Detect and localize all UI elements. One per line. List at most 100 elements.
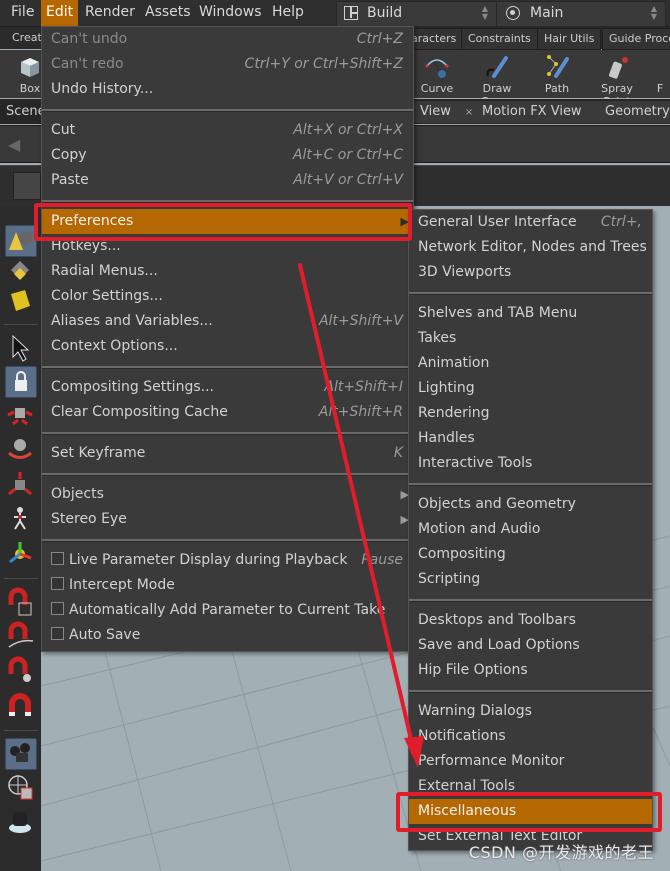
pref-lighting[interactable]: Lighting xyxy=(409,376,652,401)
tool-draw-curve[interactable]: Draw Curve xyxy=(467,52,527,108)
pref-animation[interactable]: Animation xyxy=(409,351,652,376)
scale-icon[interactable] xyxy=(5,469,35,499)
back-arrow-icon[interactable]: ◀ xyxy=(8,135,20,154)
pref-motion-audio[interactable]: Motion and Audio xyxy=(409,517,652,542)
edit-menu: Can't undo Ctrl+Z Can't redo Ctrl+Y or Ctr… xyxy=(41,26,414,652)
checkbox[interactable] xyxy=(51,552,64,565)
tool-spray-paint[interactable]: Spray Paint xyxy=(587,52,647,108)
checkbox[interactable] xyxy=(51,602,64,615)
render-region-icon[interactable] xyxy=(5,772,35,802)
pref-interactive-tools[interactable]: Interactive Tools xyxy=(409,451,652,476)
menu-item-cut[interactable]: Cut Alt+X or Ctrl+X xyxy=(42,118,413,143)
pref-rendering[interactable]: Rendering xyxy=(409,401,652,426)
object-mode-icon[interactable] xyxy=(5,225,37,257)
menu-item-clear-compositing-cache[interactable]: Clear Compositing Cache Alt+Shift+R xyxy=(42,400,413,425)
menu-file[interactable]: File xyxy=(6,0,39,26)
primitive-mode-icon[interactable] xyxy=(5,286,35,316)
pane-tab-motion-fx-view[interactable]: Motion FX View× xyxy=(474,101,612,123)
menu-item-aliases-variables[interactable]: Aliases and Variables... Alt+Shift+V xyxy=(42,309,413,334)
menu-item-cant-redo: Can't redo Ctrl+Y or Ctrl+Shift+Z xyxy=(42,52,413,77)
pref-performance-monitor[interactable]: Performance Monitor xyxy=(409,749,652,774)
pref-objects-geometry[interactable]: Objects and Geometry xyxy=(409,492,652,517)
snap-curve-icon[interactable] xyxy=(5,621,35,651)
pref-notifications[interactable]: Notifications xyxy=(409,724,652,749)
menu-item-objects[interactable]: Objects ▶ xyxy=(42,482,413,507)
left-toolbar xyxy=(0,206,42,871)
pref-warning-dialogs[interactable]: Warning Dialogs xyxy=(409,699,652,724)
pref-takes[interactable]: Takes xyxy=(409,326,652,351)
lock-select-icon[interactable] xyxy=(5,366,37,398)
tool-label: Curve xyxy=(420,82,454,95)
menu-item-label: Can't undo xyxy=(51,31,128,47)
shelf-tab-constraints[interactable]: Constraints xyxy=(461,28,538,50)
tool-more[interactable]: F xyxy=(650,52,670,96)
menu-item-label: Rendering xyxy=(418,405,490,421)
checkbox[interactable] xyxy=(51,627,64,640)
menu-edit[interactable]: Edit xyxy=(41,0,79,26)
menu-separator xyxy=(42,432,413,435)
camera-view-icon[interactable] xyxy=(5,738,37,770)
pref-network-editor[interactable]: Network Editor, Nodes and Trees xyxy=(409,235,652,260)
menu-item-label: Undo History... xyxy=(51,81,154,97)
pref-scripting[interactable]: Scripting xyxy=(409,567,652,592)
annotation-box-miscellaneous xyxy=(396,792,662,832)
desktop-combo[interactable]: Build ▲ ▼ xyxy=(336,1,497,27)
select-arrow-icon[interactable] xyxy=(5,333,35,363)
shelf-tab-guide-process[interactable]: Guide Proce xyxy=(602,28,670,50)
menu-separator xyxy=(409,599,652,602)
camera-icon[interactable] xyxy=(13,172,41,200)
tool-curve[interactable]: Curve xyxy=(407,52,467,96)
pref-compositing[interactable]: Compositing xyxy=(409,542,652,567)
pref-hip-file-options[interactable]: Hip File Options xyxy=(409,658,652,683)
box-icon xyxy=(21,58,39,77)
tool-path[interactable]: Path xyxy=(527,52,587,96)
handle-icon[interactable] xyxy=(5,538,35,568)
menu-windows[interactable]: Windows xyxy=(194,0,267,26)
pref-desktops-toolbars[interactable]: Desktops and Toolbars xyxy=(409,608,652,633)
menu-item-intercept-mode[interactable]: Intercept Mode xyxy=(42,573,413,598)
snap-magnet-icon[interactable] xyxy=(5,691,35,721)
menu-item-auto-save[interactable]: Auto Save xyxy=(42,623,413,648)
menu-item-stereo-eye[interactable]: Stereo Eye ▶ xyxy=(42,507,413,532)
pose-icon[interactable] xyxy=(5,503,35,533)
snap-point-icon[interactable] xyxy=(5,656,35,686)
pane-tab-scene-view[interactable]: View × xyxy=(412,101,482,123)
rotate-icon[interactable] xyxy=(5,434,35,464)
menu-help[interactable]: Help xyxy=(267,0,309,26)
close-icon[interactable]: × xyxy=(465,107,473,118)
menu-render[interactable]: Render xyxy=(80,0,140,26)
menu-item-paste[interactable]: Paste Alt+V or Ctrl+V xyxy=(42,168,413,193)
menu-item-set-keyframe[interactable]: Set Keyframe K xyxy=(42,441,413,466)
menu-item-label: Performance Monitor xyxy=(418,753,565,769)
pref-save-load-options[interactable]: Save and Load Options xyxy=(409,633,652,658)
move-icon[interactable] xyxy=(5,400,35,430)
shortcut: Ctrl+Y or Ctrl+Shift+Z xyxy=(244,56,403,72)
flipbook-icon[interactable] xyxy=(5,806,35,836)
pref-general-user-interface[interactable]: General User Interface Ctrl+, xyxy=(409,210,652,235)
menu-item-context-options[interactable]: Context Options... xyxy=(42,334,413,359)
menu-item-label: Intercept Mode xyxy=(69,577,175,593)
shortcut: Alt+X or Ctrl+X xyxy=(293,122,403,138)
menu-item-live-parameter-display[interactable]: Live Parameter Display during Playback Pa… xyxy=(42,548,413,573)
menu-item-radial-menus[interactable]: Radial Menus... xyxy=(42,259,413,284)
menu-item-label: Live Parameter Display during Playback xyxy=(69,552,348,568)
menu-item-copy[interactable]: Copy Alt+C or Ctrl+C xyxy=(42,143,413,168)
menu-assets[interactable]: Assets xyxy=(140,0,196,26)
menu-item-label: Compositing Settings... xyxy=(51,379,214,395)
pane-tab-geometry-spreadsheet[interactable]: Geometry S xyxy=(597,101,670,123)
menu-item-compositing-settings[interactable]: Compositing Settings... Alt+Shift+I xyxy=(42,375,413,400)
snap-grid-icon[interactable] xyxy=(5,587,35,617)
context-combo[interactable]: Main ▲ ▼ xyxy=(496,1,666,27)
menu-item-auto-add-parameter[interactable]: Automatically Add Parameter to Current T… xyxy=(42,598,413,623)
pref-shelves-tab-menu[interactable]: Shelves and TAB Menu xyxy=(409,301,652,326)
pref-3d-viewports[interactable]: 3D Viewports xyxy=(409,260,652,285)
menu-item-label: Notifications xyxy=(418,728,506,744)
menu-separator xyxy=(42,366,413,369)
menu-item-color-settings[interactable]: Color Settings... xyxy=(42,284,413,309)
shortcut: Ctrl+Z xyxy=(356,31,403,47)
checkbox[interactable] xyxy=(51,577,64,590)
component-mode-icon[interactable] xyxy=(5,257,35,287)
menu-item-undo-history[interactable]: Undo History... xyxy=(42,77,413,102)
pref-handles[interactable]: Handles xyxy=(409,426,652,451)
shelf-tab-hair-utils[interactable]: Hair Utils xyxy=(537,28,602,50)
